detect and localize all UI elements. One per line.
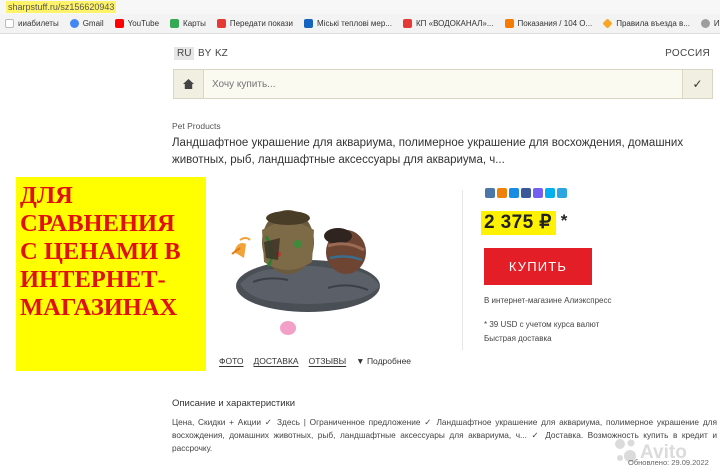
- checkmark-icon: ✓: [692, 77, 703, 91]
- bookmark-label: Gmail: [82, 19, 104, 28]
- tab-photo[interactable]: ФОТО: [219, 356, 244, 366]
- bookmark-item[interactable]: YouTube: [110, 19, 165, 28]
- promo-line: СРАВНЕНИЯ: [20, 210, 175, 237]
- bookmark-label: Правила въезда в...: [616, 19, 690, 28]
- usd-note: * 39 USD с учетом курса валют: [484, 320, 600, 329]
- product-title: Ландшафтное украшение для аквариума, пол…: [172, 137, 684, 166]
- globe-icon: [700, 19, 710, 28]
- promo-line: ИНТЕРНЕТ-: [20, 266, 166, 293]
- language-row: RU BY KZ РОССИЯ: [174, 47, 714, 63]
- bookmark-label: ииабилеты: [18, 19, 59, 28]
- bookmark-label: КП «ВОДОКАНАЛ»...: [416, 19, 494, 28]
- bookmark-label: Показания / 104 О...: [517, 19, 593, 28]
- skype-icon[interactable]: [545, 188, 555, 198]
- home-button[interactable]: [174, 70, 204, 98]
- image-tabs: ФОТО ДОСТАВКА ОТЗЫВЫ ▼ Подробнее: [219, 356, 411, 366]
- home-icon: [183, 79, 194, 89]
- address-bar[interactable]: sharpstuff.ru/sz156620943: [0, 0, 720, 14]
- promo-line: С ЦЕНАМИ В: [20, 238, 181, 265]
- google-icon: [69, 19, 79, 28]
- bookmark-label: Информационная...: [713, 19, 720, 28]
- promo-line: МАГАЗИНАХ: [20, 294, 178, 321]
- lang-ru[interactable]: RU: [174, 47, 195, 60]
- bookmark-item[interactable]: Міські теплові мер...: [299, 19, 398, 28]
- page-icon: [5, 19, 14, 28]
- bookmark-item[interactable]: ииабилеты: [0, 19, 65, 28]
- bookmark-item[interactable]: Правила въезда в...: [598, 18, 696, 29]
- bookmark-label: Міські теплові мер...: [317, 19, 392, 28]
- share-icons: [485, 188, 567, 198]
- description-title: Описание и характеристики: [172, 398, 296, 409]
- promo-line: ДЛЯ: [20, 182, 73, 209]
- diamond-icon: [602, 18, 613, 29]
- facebook-icon[interactable]: [521, 188, 531, 198]
- product-price: 2 375 ₽: [481, 211, 556, 235]
- youtube-icon: [114, 19, 124, 28]
- bookmark-item[interactable]: Показания / 104 О...: [500, 19, 599, 28]
- bookmark-label: Карты: [183, 19, 206, 28]
- maps-icon: [170, 19, 180, 28]
- region-selector[interactable]: РОССИЯ: [665, 48, 710, 59]
- price-footnote-star: *: [560, 211, 568, 230]
- vk-icon[interactable]: [485, 188, 495, 198]
- page-icon: [304, 19, 313, 28]
- url-text[interactable]: sharpstuff.ru/sz156620943: [6, 1, 117, 13]
- product-brand[interactable]: Pet Products: [172, 121, 221, 131]
- bookmark-label: YouTube: [127, 19, 160, 28]
- product-image[interactable]: [228, 196, 388, 336]
- bookmark-item[interactable]: Карты: [165, 19, 212, 28]
- bookmark-item[interactable]: Информационная...: [696, 19, 720, 28]
- mailru-icon[interactable]: [509, 188, 519, 198]
- viber-icon[interactable]: [533, 188, 543, 198]
- bookmarks-bar: ииабилеты Gmail YouTube Карты Передати показ…: [0, 14, 720, 34]
- page-icon: [216, 19, 226, 28]
- tab-reviews[interactable]: ОТЗЫВЫ: [309, 356, 347, 366]
- tab-delivery[interactable]: ДОСТАВКА: [254, 356, 299, 366]
- bookmark-item[interactable]: Gmail: [65, 19, 110, 28]
- updated-date: Обновлено: 29.09.2022: [628, 458, 709, 467]
- bookmark-label: Передати покази: [229, 19, 293, 28]
- divider: [462, 190, 463, 350]
- page-icon: [403, 19, 412, 28]
- search-bar: ✓: [173, 69, 713, 99]
- bookmark-item[interactable]: Передати покази: [212, 19, 299, 28]
- buy-button[interactable]: КУПИТЬ: [484, 248, 592, 285]
- lang-kz[interactable]: KZ: [212, 47, 231, 60]
- price-block: 2 375 ₽ *: [481, 211, 567, 235]
- shop-note: В интернет-магазине Алиэкспресс: [484, 296, 612, 305]
- page-icon: [504, 19, 514, 28]
- more-details-link[interactable]: ▼ Подробнее: [356, 356, 411, 366]
- search-button[interactable]: ✓: [682, 70, 712, 98]
- promo-banner: ДЛЯ СРАВНЕНИЯ С ЦЕНАМИ В ИНТЕРНЕТ- МАГАЗ…: [16, 177, 206, 371]
- delivery-note: Быстрая доставка: [484, 334, 552, 343]
- ok-icon[interactable]: [497, 188, 507, 198]
- bookmark-item[interactable]: КП «ВОДОКАНАЛ»...: [398, 19, 500, 28]
- telegram-icon[interactable]: [557, 188, 567, 198]
- search-input[interactable]: [204, 70, 682, 98]
